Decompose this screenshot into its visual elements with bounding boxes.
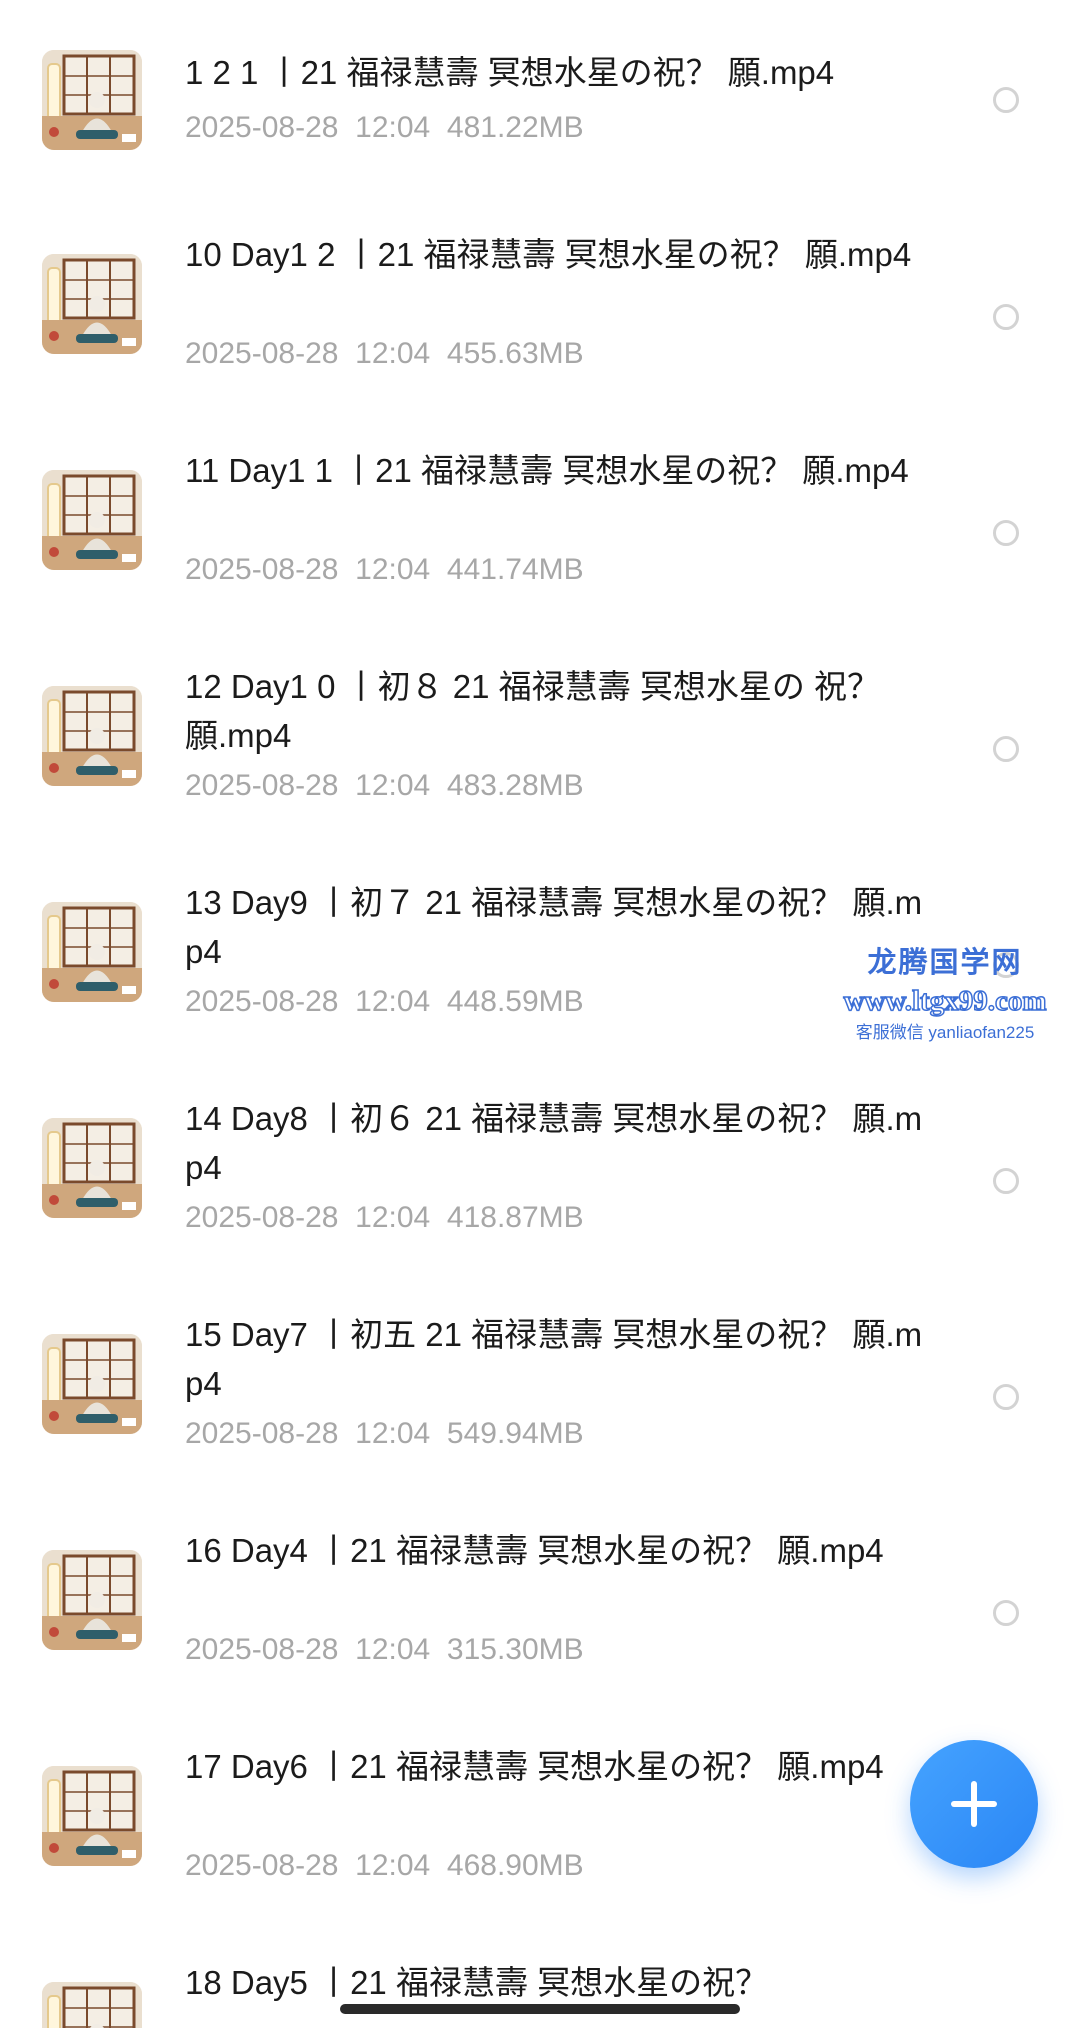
video-thumbnail bbox=[42, 902, 142, 1002]
file-time: 12:04 bbox=[355, 111, 431, 144]
file-list-item[interactable]: 10 Day1 2 丨21 福禄慧壽 冥想水星の祝？ 願.mp4 2025-08-… bbox=[0, 182, 1080, 398]
file-date: 2025-08-28 bbox=[185, 1633, 339, 1666]
select-radio[interactable] bbox=[993, 304, 1019, 330]
video-thumbnail bbox=[42, 1550, 142, 1650]
file-date: 2025-08-28 bbox=[185, 769, 339, 802]
video-thumbnail bbox=[42, 1118, 142, 1218]
select-radio[interactable] bbox=[993, 736, 1019, 762]
select-radio[interactable] bbox=[993, 1600, 1019, 1626]
file-date: 2025-08-28 bbox=[185, 553, 339, 586]
select-radio[interactable] bbox=[993, 520, 1019, 546]
video-thumbnail bbox=[42, 470, 142, 570]
watermark: 龙腾国学网 www.ltgx99.com 客服微信 yanliaofan225 bbox=[820, 945, 1070, 1045]
file-name: 12 Day1 0 丨初８ 21 福禄慧壽 冥想水星の 祝？ 願.mp4 bbox=[185, 668, 880, 754]
file-name: 16 Day4 丨21 福禄慧壽 冥想水星の祝？ 願.mp4 bbox=[185, 1532, 884, 1569]
file-time: 12:04 bbox=[355, 769, 431, 802]
select-radio[interactable] bbox=[993, 1384, 1019, 1410]
file-time: 12:04 bbox=[355, 985, 431, 1018]
file-size: 418.87MB bbox=[446, 1201, 584, 1234]
file-meta: 2025-08-28 12:04 418.87MB bbox=[185, 1198, 584, 1238]
file-date: 2025-08-28 bbox=[185, 111, 339, 144]
file-meta: 2025-08-28 12:04 315.30MB bbox=[185, 1630, 584, 1670]
file-meta: 2025-08-28 12:04 448.59MB bbox=[185, 982, 584, 1022]
file-name: 14 Day8 丨初６ 21 福禄慧壽 冥想水星の祝？ 願.mp4 bbox=[185, 1100, 923, 1186]
file-date: 2025-08-28 bbox=[185, 1417, 339, 1450]
file-name: 13 Day9 丨初７ 21 福禄慧壽 冥想水星の祝？ 願.mp4 bbox=[185, 884, 923, 970]
watermark-title: 龙腾国学网 bbox=[867, 947, 1023, 979]
file-size: 315.30MB bbox=[446, 1633, 584, 1666]
file-name: 18 Day5 丨21 福禄慧壽 冥想水星の祝？ bbox=[185, 1964, 769, 2001]
video-thumbnail bbox=[42, 254, 142, 354]
file-date: 2025-08-28 bbox=[185, 985, 339, 1018]
file-meta: 2025-08-28 12:04 455.63MB bbox=[185, 334, 584, 374]
video-thumbnail bbox=[42, 50, 142, 150]
file-time: 12:04 bbox=[355, 1849, 431, 1882]
file-meta: 2025-08-28 12:04 549.94MB bbox=[185, 1414, 584, 1454]
video-thumbnail bbox=[42, 1766, 142, 1866]
file-date: 2025-08-28 bbox=[185, 1849, 339, 1882]
watermark-url: www.ltgx99.com bbox=[843, 984, 1047, 1018]
file-list-item[interactable]: 15 Day7 丨初五 21 福禄慧壽 冥想水星の祝？ 願.mp4 2025-08… bbox=[0, 1262, 1080, 1478]
video-thumbnail bbox=[42, 686, 142, 786]
file-name: 1 2 1 丨21 福禄慧壽 冥想水星の祝？ 願.mp4 bbox=[185, 54, 835, 91]
file-list-item[interactable]: 16 Day4 丨21 福禄慧壽 冥想水星の祝？ 願.mp4 2025-08-28… bbox=[0, 1478, 1080, 1694]
file-size: 455.63MB bbox=[446, 337, 584, 370]
file-size: 481.22MB bbox=[446, 111, 584, 144]
file-size: 448.59MB bbox=[446, 985, 584, 1018]
file-list-item[interactable]: 11 Day1 1 丨21 福禄慧壽 冥想水星の祝？ 願.mp4 2025-08-… bbox=[0, 398, 1080, 614]
file-time: 12:04 bbox=[355, 1633, 431, 1666]
file-time: 12:04 bbox=[355, 1201, 431, 1234]
video-thumbnail bbox=[42, 1334, 142, 1434]
file-size: 483.28MB bbox=[446, 769, 584, 802]
select-radio[interactable] bbox=[993, 87, 1019, 113]
file-size: 468.90MB bbox=[446, 1849, 584, 1882]
file-size: 549.94MB bbox=[446, 1417, 584, 1450]
file-name: 10 Day1 2 丨21 福禄慧壽 冥想水星の祝？ 願.mp4 bbox=[185, 236, 912, 273]
add-button[interactable] bbox=[910, 1740, 1038, 1868]
file-name: 15 Day7 丨初五 21 福禄慧壽 冥想水星の祝？ 願.mp4 bbox=[185, 1316, 923, 1402]
watermark-contact: 客服微信 yanliaofan225 bbox=[855, 1023, 1035, 1042]
file-time: 12:04 bbox=[355, 337, 431, 370]
file-name: 17 Day6 丨21 福禄慧壽 冥想水星の祝？ 願.mp4 bbox=[185, 1748, 884, 1785]
file-meta: 2025-08-28 12:04 468.90MB bbox=[185, 1846, 584, 1886]
file-meta: 2025-08-28 12:04 483.28MB bbox=[185, 766, 584, 806]
select-radio[interactable] bbox=[993, 1168, 1019, 1194]
home-indicator[interactable] bbox=[340, 2004, 740, 2014]
file-meta: 2025-08-28 12:04 481.22MB bbox=[185, 108, 584, 148]
file-list-item[interactable]: 12 Day1 0 丨初８ 21 福禄慧壽 冥想水星の 祝？ 願.mp4 2025… bbox=[0, 614, 1080, 830]
file-meta: 2025-08-28 12:04 441.74MB bbox=[185, 550, 584, 590]
file-list-screen: 1 2 1 丨21 福禄慧壽 冥想水星の祝？ 願.mp4 2025-08-28 1… bbox=[0, 0, 1080, 2028]
file-date: 2025-08-28 bbox=[185, 337, 339, 370]
file-size: 441.74MB bbox=[446, 553, 584, 586]
file-list-item[interactable]: 14 Day8 丨初６ 21 福禄慧壽 冥想水星の祝？ 願.mp4 2025-08… bbox=[0, 1046, 1080, 1262]
file-name: 11 Day1 1 丨21 福禄慧壽 冥想水星の祝？ 願.mp4 bbox=[185, 452, 909, 489]
file-time: 12:04 bbox=[355, 553, 431, 586]
video-thumbnail bbox=[42, 1982, 142, 2028]
file-date: 2025-08-28 bbox=[185, 1201, 339, 1234]
file-time: 12:04 bbox=[355, 1417, 431, 1450]
